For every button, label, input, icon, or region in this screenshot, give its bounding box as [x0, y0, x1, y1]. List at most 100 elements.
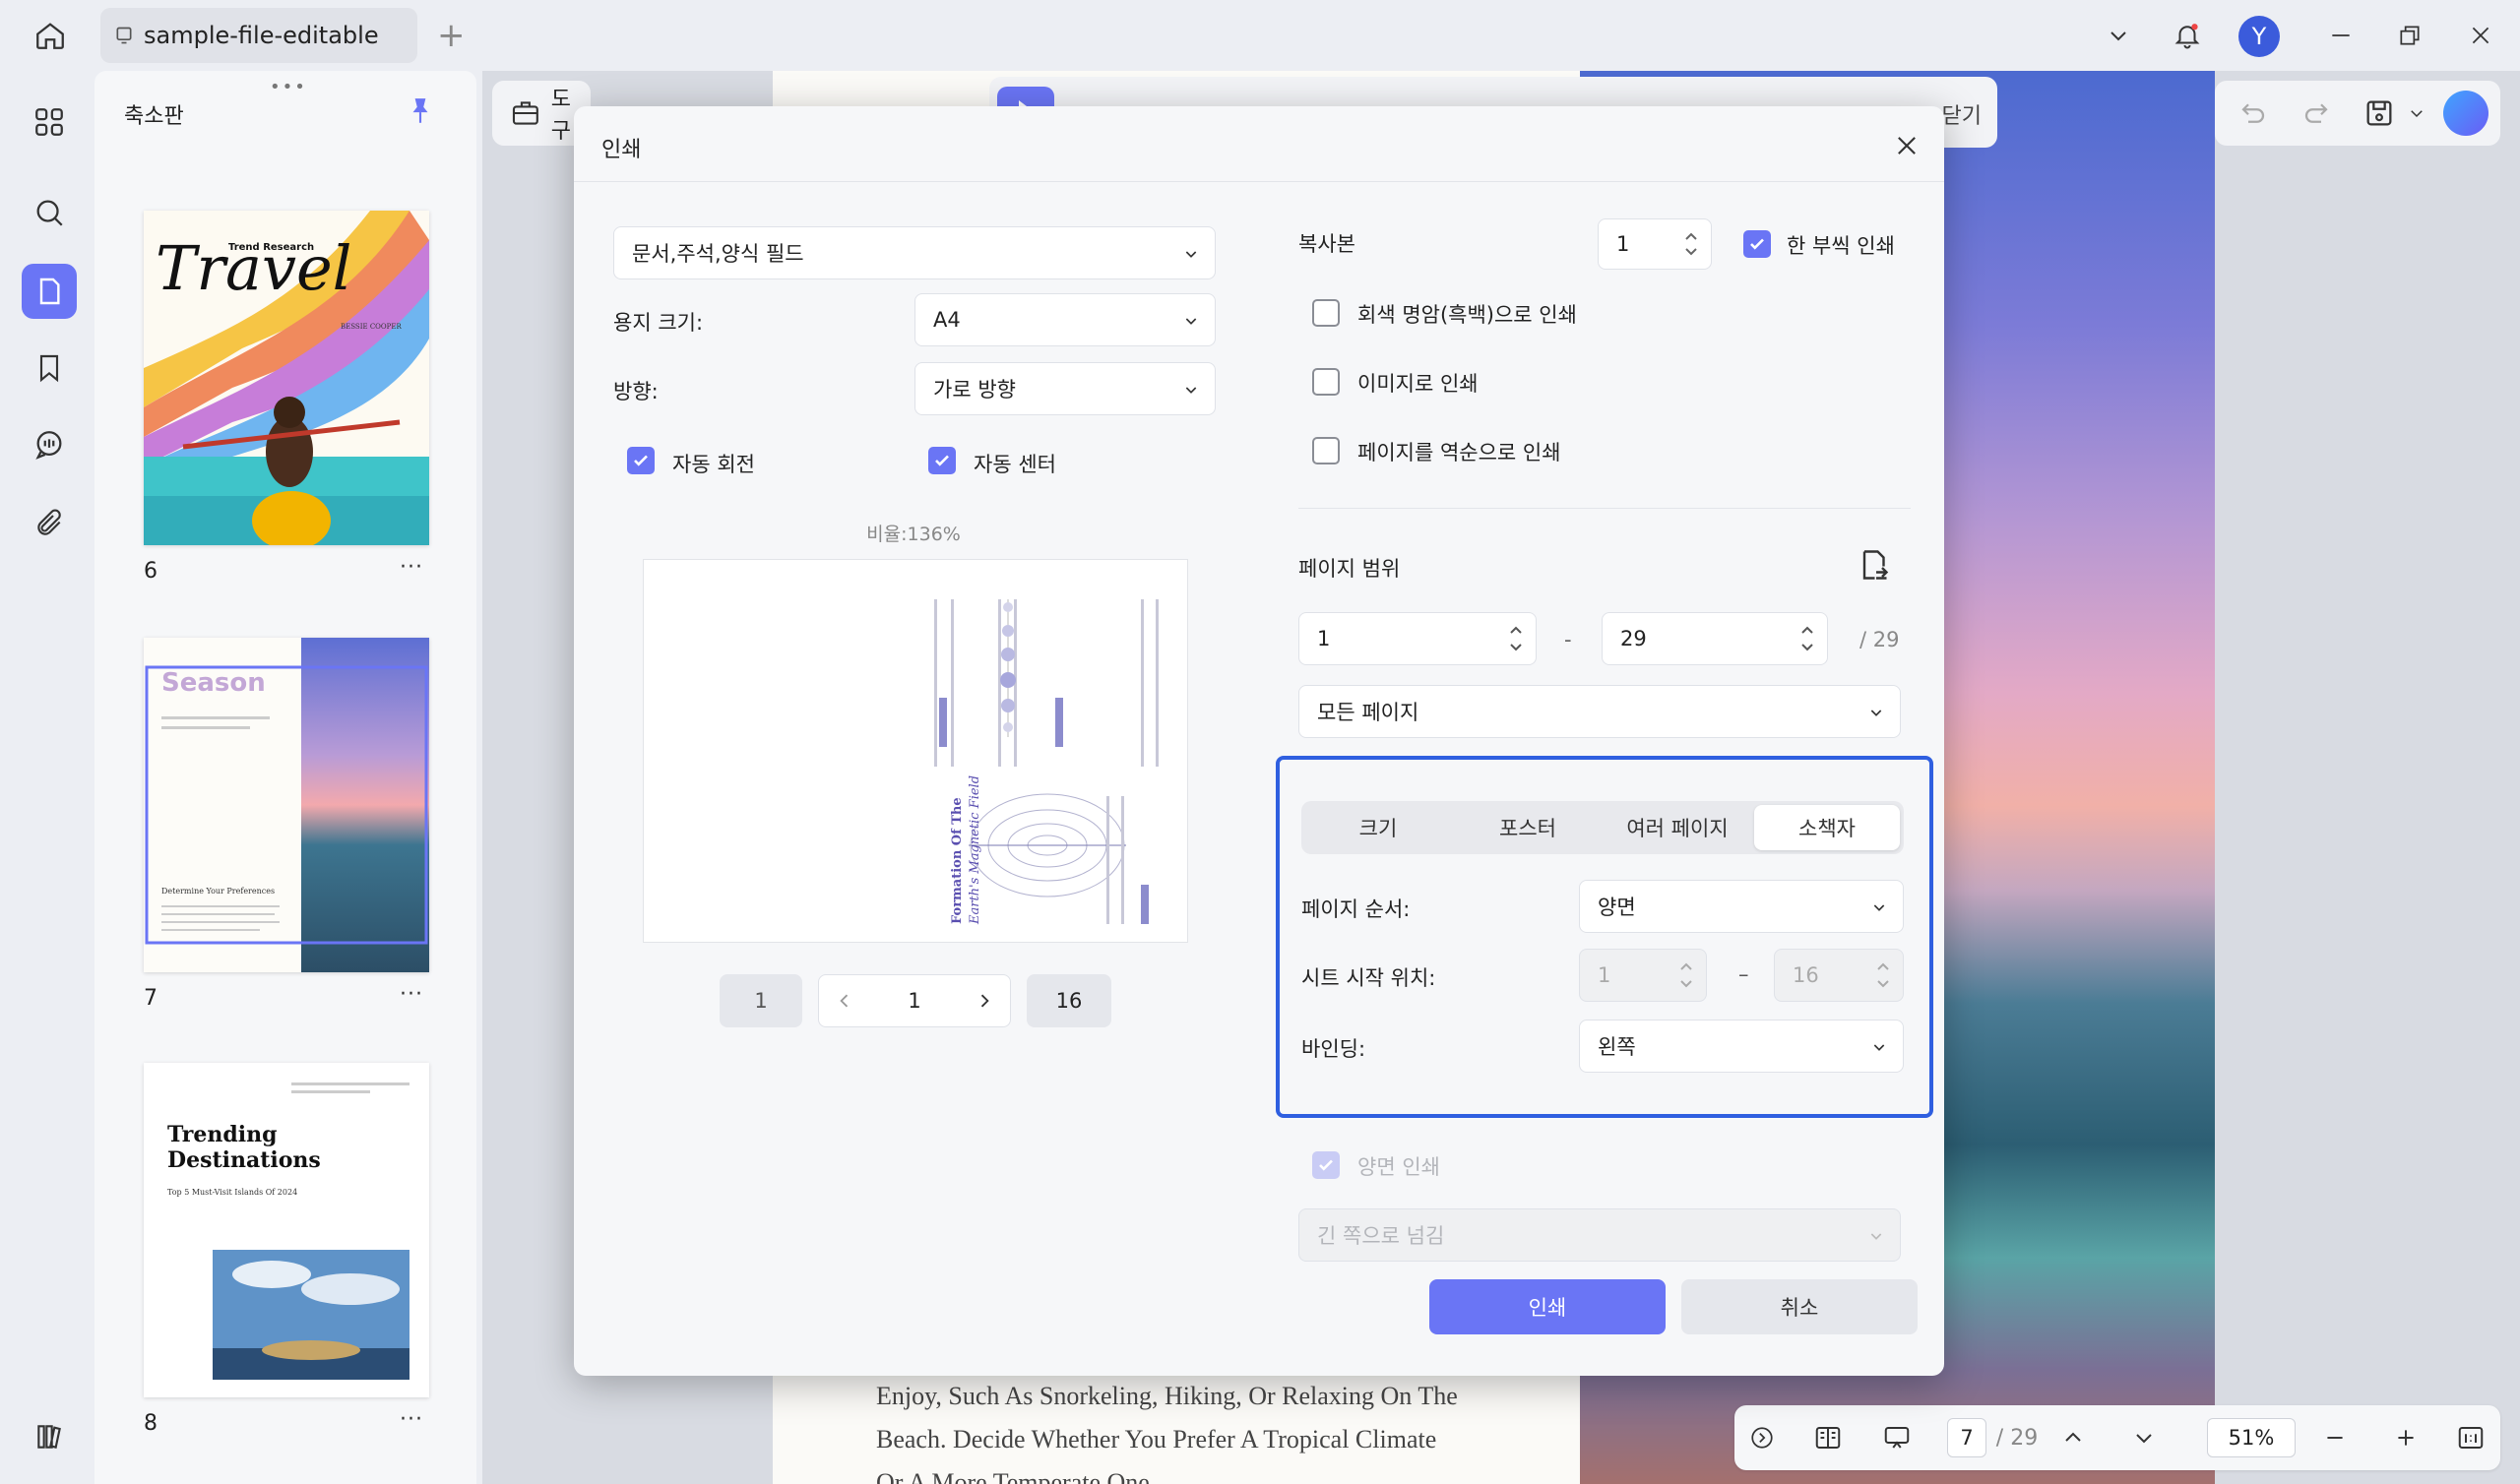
zoom-level-input[interactable]: 51%	[2207, 1418, 2296, 1457]
auto-rotate-checkbox[interactable]	[627, 447, 655, 474]
minimize-icon[interactable]	[2319, 14, 2362, 57]
thumbnail-more-button[interactable]: ···	[400, 555, 423, 580]
page-range-swap-icon[interactable]	[1856, 547, 1891, 587]
range-from-value: 1	[1317, 627, 1331, 650]
stepper-arrows-icon[interactable]	[1678, 958, 1694, 993]
search-icon[interactable]	[22, 185, 77, 240]
attachment-icon[interactable]	[22, 496, 77, 551]
flip-side-select[interactable]: 긴 쪽으로 넘김	[1298, 1208, 1901, 1262]
orientation-select[interactable]: 가로 방향	[914, 362, 1216, 415]
collate-checkbox[interactable]	[1743, 230, 1771, 258]
next-page-icon[interactable]	[2124, 1405, 2164, 1470]
page-order-select[interactable]: 양면	[1579, 880, 1904, 933]
panel-resize-grip[interactable]: •••	[270, 77, 307, 97]
page-subset-select[interactable]: 모든 페이지	[1298, 685, 1901, 738]
preview-previous-icon[interactable]	[835, 991, 854, 1016]
thumbnail-page-6[interactable]: Travel Trend Research BESSIE COOPER	[144, 211, 429, 545]
tab-list-chevron-icon[interactable]	[2097, 14, 2140, 57]
duplex-label: 양면 인쇄	[1357, 1155, 1440, 1179]
toolbar-close-button[interactable]: 닫기	[1942, 98, 1982, 130]
actual-size-icon[interactable]	[2451, 1405, 2490, 1470]
tab-multiple-pages[interactable]: 여러 페이지	[1605, 805, 1750, 850]
tab-poster[interactable]: 포스터	[1455, 805, 1601, 850]
thumbnail-more-button[interactable]: ···	[400, 1407, 423, 1432]
grayscale-checkbox[interactable]	[1312, 299, 1340, 327]
grayscale-label: 회색 명암(흑백)으로 인쇄	[1357, 303, 1577, 327]
previous-page-icon[interactable]	[2053, 1405, 2093, 1470]
sheet-start-dash: –	[1738, 962, 1749, 986]
document-tab[interactable]: sample-file-editable	[100, 8, 417, 63]
destinations-subheading: Top 5 Must-Visit Islands Of 2024	[167, 1188, 297, 1197]
stepper-arrows-icon[interactable]	[1875, 958, 1891, 993]
zoom-in-icon[interactable]	[2386, 1405, 2426, 1470]
print-dialog-title: 인쇄	[601, 138, 642, 162]
binding-select[interactable]: 왼쪽	[1579, 1020, 1904, 1073]
library-icon[interactable]	[22, 1409, 77, 1464]
print-preview: Formation Of The Earth's Magnetic Field	[643, 559, 1188, 943]
reverse-order-checkbox[interactable]	[1312, 437, 1340, 464]
stepper-arrows-icon[interactable]	[1683, 227, 1699, 261]
zoom-out-icon[interactable]	[2315, 1405, 2355, 1470]
duplex-checkbox[interactable]	[1312, 1151, 1340, 1179]
current-page-input[interactable]: 7	[1947, 1418, 1986, 1457]
print-button[interactable]: 인쇄	[1429, 1279, 1666, 1334]
chevron-down-icon	[1870, 710, 1882, 716]
undo-icon[interactable]	[2238, 98, 2268, 132]
tab-size[interactable]: 크기	[1305, 805, 1451, 850]
range-to-input[interactable]: 29	[1602, 612, 1828, 665]
range-from-input[interactable]: 1	[1298, 612, 1537, 665]
close-icon[interactable]	[1889, 128, 1924, 163]
reverse-order-label: 페이지를 역순으로 인쇄	[1357, 441, 1561, 464]
range-to-value: 29	[1620, 627, 1647, 650]
user-avatar[interactable]: Y	[2238, 16, 2280, 57]
notification-bell-icon[interactable]	[2166, 14, 2209, 57]
ai-assistant-icon[interactable]	[2443, 91, 2488, 136]
comment-icon[interactable]	[22, 417, 77, 472]
save-options-chevron-icon[interactable]	[2408, 104, 2426, 126]
preview-current-page[interactable]: 1	[908, 989, 920, 1013]
thumbnail-page-8[interactable]: Trending Destinations Top 5 Must-Visit I…	[144, 1063, 429, 1397]
paper-size-select[interactable]: A4	[914, 293, 1216, 346]
right-toolbar	[2215, 81, 2500, 146]
thumbnail-panel: ••• 축소판 Travel Trend Research BESSIE COO…	[94, 71, 476, 1484]
collapse-arrow-icon[interactable]	[1744, 1405, 1780, 1470]
left-rail	[10, 71, 94, 1484]
copies-stepper[interactable]: 1	[1598, 218, 1712, 270]
cancel-button[interactable]: 취소	[1681, 1279, 1918, 1334]
chevron-down-icon	[1185, 387, 1197, 394]
tab-booklet[interactable]: 소책자	[1754, 805, 1900, 850]
print-content-select[interactable]: 문서,주석,양식 필드	[613, 226, 1216, 279]
bookmark-icon[interactable]	[22, 340, 77, 396]
thumbnail-page-7[interactable]: Season Determine Your Preferences	[144, 638, 429, 972]
last-page-button[interactable]: 16	[1027, 974, 1111, 1027]
binding-label: 바인딩:	[1301, 1037, 1366, 1061]
page-handling-tabs: 크기 포스터 여러 페이지 소책자	[1301, 801, 1904, 854]
save-icon[interactable]	[2362, 96, 2396, 134]
home-icon[interactable]	[28, 16, 73, 55]
redo-icon[interactable]	[2301, 98, 2331, 132]
page-order-value: 양면	[1598, 896, 1636, 919]
sheet-start-from-input[interactable]: 1	[1579, 949, 1707, 1002]
auto-center-checkbox[interactable]	[928, 447, 956, 474]
close-window-icon[interactable]	[2459, 14, 2502, 57]
stepper-arrows-icon[interactable]	[1508, 621, 1524, 656]
thumbnails-icon[interactable]	[22, 264, 77, 319]
copies-label: 복사본	[1298, 232, 1355, 256]
presentation-icon[interactable]	[1872, 1405, 1922, 1470]
restore-icon[interactable]	[2388, 14, 2431, 57]
first-page-button[interactable]: 1	[720, 974, 802, 1027]
new-tab-button[interactable]: +	[437, 19, 466, 52]
preview-page-navigator: 1	[818, 974, 1011, 1027]
title-bar: sample-file-editable + Y	[0, 0, 2520, 71]
stepper-arrows-icon[interactable]	[1799, 621, 1815, 656]
preview-next-icon[interactable]	[975, 991, 994, 1016]
thumbnail-more-button[interactable]: ···	[400, 982, 423, 1007]
destinations-heading-line2: Destinations	[167, 1147, 321, 1173]
apps-grid-icon[interactable]	[22, 94, 77, 150]
print-as-image-checkbox[interactable]	[1312, 368, 1340, 396]
sheet-start-to-input[interactable]: 16	[1774, 949, 1904, 1002]
page-layout-icon[interactable]	[1803, 1405, 1853, 1470]
pin-icon[interactable]	[408, 96, 433, 130]
thumbnail-page-number: 7	[144, 986, 158, 1011]
page-subset-value: 모든 페이지	[1317, 701, 1419, 724]
